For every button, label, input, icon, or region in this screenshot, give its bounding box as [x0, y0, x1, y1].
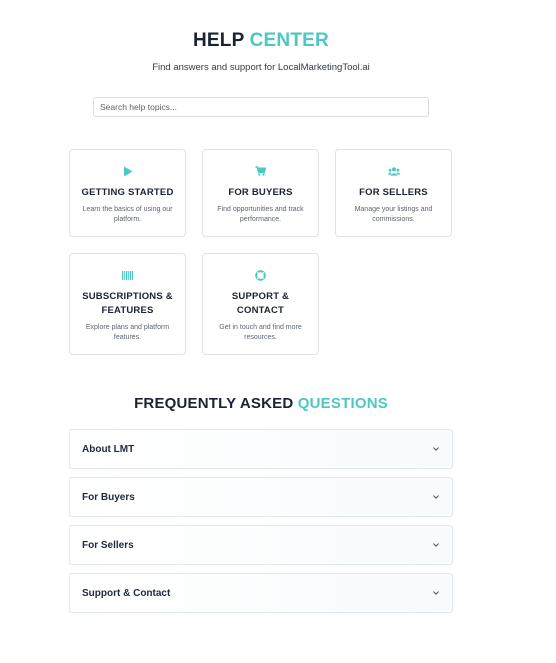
category-card-for-sellers[interactable]: FOR SELLERS Manage your listings and com… [335, 149, 452, 237]
page-title-main: HELP [193, 30, 245, 51]
faq-question: Support & Contact [82, 587, 171, 599]
faq-title-accent: QUESTIONS [297, 395, 388, 412]
category-title: SUPPORT & CONTACT [231, 291, 290, 316]
category-title: SUBSCRIPTIONS & FEATURES [82, 291, 173, 316]
category-card-getting-started[interactable]: GETTING STARTED Learn the basics of usin… [69, 149, 186, 237]
faq-title-main: FREQUENTLY ASKED [134, 395, 294, 412]
page-subtitle: Find answers and support for LocalMarket… [152, 62, 370, 73]
search-input[interactable] [93, 97, 429, 117]
faq-item-support-contact[interactable]: Support & Contact [69, 573, 453, 613]
faq-title: FREQUENTLY ASKED QUESTIONS [0, 395, 522, 412]
page-title: HELP CENTER [0, 30, 522, 52]
faq-item-about-lmt[interactable]: About LMT [69, 429, 453, 469]
chevron-down-icon [426, 543, 446, 547]
category-description: Learn the basics of using our platform. [82, 206, 173, 223]
chevron-down-icon [426, 447, 446, 451]
faq-question: About LMT [82, 443, 135, 455]
faq-item-for-buyers[interactable]: For Buyers [69, 477, 453, 517]
category-title: FOR SELLERS [359, 187, 428, 198]
category-card-subscriptions-features[interactable]: SUBSCRIPTIONS & FEATURES Explore plans a… [69, 253, 186, 355]
barcode-icon [70, 269, 185, 281]
category-description: Manage your listings and commissions. [354, 206, 433, 223]
users-icon [336, 165, 451, 177]
help-center-page: HELP CENTER Find answers and support for… [0, 0, 556, 663]
faq-question: For Buyers [82, 491, 135, 503]
faq-item-for-sellers[interactable]: For Sellers [69, 525, 453, 565]
cart-icon [203, 165, 318, 177]
lifebuoy-icon [203, 269, 318, 281]
category-card-support-contact[interactable]: SUPPORT & CONTACT Get in touch and find … [202, 253, 319, 355]
category-description: Find opportunities and track performance… [217, 206, 304, 223]
chevron-down-icon [426, 495, 446, 499]
faq-question: For Sellers [82, 539, 134, 551]
chevron-down-icon [426, 591, 446, 595]
category-title: GETTING STARTED [81, 187, 174, 198]
category-card-for-buyers[interactable]: FOR BUYERS Find opportunities and track … [202, 149, 319, 237]
page-title-accent: CENTER [249, 30, 329, 51]
category-description: Explore plans and platform features. [85, 324, 170, 341]
category-description: Get in touch and find more resources. [219, 324, 302, 341]
play-icon [70, 165, 185, 177]
category-title: FOR BUYERS [228, 187, 293, 198]
